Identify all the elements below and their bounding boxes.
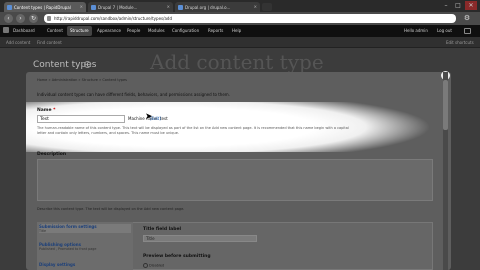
minimize-button[interactable]: – bbox=[440, 1, 452, 10]
browser-tab-2[interactable]: Drupal 7 | Module... × bbox=[88, 2, 173, 12]
toolbar-modules[interactable]: Modules bbox=[148, 28, 165, 33]
name-label-text: Name bbox=[37, 108, 52, 113]
name-input[interactable]: Test bbox=[37, 115, 125, 123]
vtab-summary: Published , Promoted to front page bbox=[39, 247, 97, 251]
title-field-input[interactable]: Title bbox=[143, 235, 257, 242]
vtab-submission-form-settings[interactable]: Submission form settings Title bbox=[39, 224, 131, 233]
preview-label: Preview before submitting bbox=[143, 254, 211, 259]
wrench-icon[interactable]: ⚙ bbox=[462, 14, 472, 23]
toolbar-structure[interactable]: Structure bbox=[67, 26, 92, 36]
favicon-icon bbox=[178, 5, 183, 10]
intro-text: Individual content types can have differ… bbox=[37, 92, 230, 97]
toolbar-content[interactable]: Content bbox=[47, 28, 63, 33]
breadcrumb: Home » Administration » Structure » Cont… bbox=[37, 78, 128, 82]
radio-button-icon[interactable] bbox=[143, 263, 148, 268]
address-bar[interactable]: http://rapiddrupal.com/sandbox/admin/str… bbox=[44, 14, 456, 23]
description-help: Describe this content type. The text wil… bbox=[37, 207, 185, 211]
preview-option-disabled[interactable]: Disabled bbox=[143, 263, 164, 268]
scrollbar-thumb[interactable] bbox=[443, 80, 448, 130]
home-icon[interactable] bbox=[3, 27, 9, 33]
background-heading: Add content type bbox=[150, 50, 324, 74]
close-tab-icon[interactable]: × bbox=[167, 4, 170, 9]
forward-icon[interactable]: › bbox=[16, 14, 25, 23]
browser-tab-content-types[interactable]: Content types | RapidDrupal × bbox=[4, 2, 86, 12]
browser-tab-3[interactable]: Drupal.org | drupal.o... × bbox=[175, 2, 260, 12]
toolbar-appearance[interactable]: Appearance bbox=[97, 28, 121, 33]
toolbar-configuration[interactable]: Configuration bbox=[172, 28, 199, 33]
back-icon[interactable]: ‹ bbox=[4, 14, 13, 23]
name-description-line2: letter and contain only letters, numbers… bbox=[37, 131, 179, 135]
tab-label: Drupal 7 | Module... bbox=[98, 5, 138, 10]
name-description-line1: The human-readable name of this content … bbox=[37, 126, 349, 130]
required-marker: * bbox=[53, 108, 56, 113]
add-icon[interactable]: + bbox=[84, 61, 91, 68]
toolbar-help[interactable]: Help bbox=[232, 28, 241, 33]
shortcut-find-content[interactable]: Find content bbox=[37, 40, 62, 45]
logout-link[interactable]: Log out bbox=[437, 28, 452, 33]
title-field-label: Title field label bbox=[143, 227, 182, 232]
mouse-cursor-icon: ➤ bbox=[145, 112, 153, 122]
tab-label: Content types | RapidDrupal bbox=[14, 5, 71, 10]
reload-icon[interactable]: ↻ bbox=[29, 14, 38, 23]
preview-option-label: Disabled bbox=[149, 263, 165, 268]
maximize-button[interactable]: □ bbox=[452, 1, 464, 10]
tab-label: Drupal.org | drupal.o... bbox=[185, 5, 231, 10]
toolbar-dashboard[interactable]: Dashboard bbox=[13, 28, 35, 33]
vtab-display-settings[interactable]: Display settings bbox=[39, 262, 131, 267]
vtab-title: Display settings bbox=[39, 262, 76, 267]
close-tab-icon[interactable]: × bbox=[80, 4, 83, 9]
toolbar-user[interactable]: Hello admin bbox=[404, 28, 428, 33]
description-label: Description bbox=[37, 152, 67, 157]
url-text: http://rapiddrupal.com/sandbox/admin/str… bbox=[54, 16, 172, 21]
toggle-shortcuts-icon[interactable] bbox=[464, 28, 471, 34]
close-window-button[interactable]: ✕ bbox=[465, 1, 477, 10]
shortcut-bar bbox=[0, 37, 480, 48]
name-label: Name * bbox=[37, 108, 55, 113]
favicon-icon bbox=[91, 5, 96, 10]
close-tab-icon[interactable]: × bbox=[254, 4, 257, 9]
toolbar-people[interactable]: People bbox=[127, 28, 140, 33]
page-icon bbox=[47, 16, 51, 21]
edit-shortcuts-link[interactable]: Edit shortcuts bbox=[446, 40, 474, 45]
vtab-summary: Title bbox=[39, 229, 47, 233]
description-textarea[interactable] bbox=[37, 159, 433, 201]
new-tab-button[interactable] bbox=[262, 3, 272, 11]
favicon-icon bbox=[7, 5, 12, 10]
vtab-publishing-options[interactable]: Publishing options Published , Promoted … bbox=[39, 242, 131, 251]
shortcut-add-content[interactable]: Add content bbox=[6, 40, 30, 45]
toolbar-reports[interactable]: Reports bbox=[208, 28, 223, 33]
